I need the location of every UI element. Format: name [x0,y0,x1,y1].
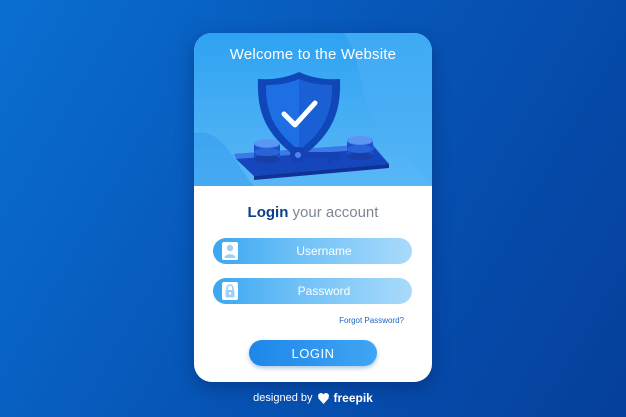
login-title-rest: your account [292,204,379,221]
footer-credit: designed by freepik [0,389,626,407]
forgot-password-link[interactable]: Forgot Password? [304,316,404,325]
welcome-heading: Welcome to the Website [229,46,397,63]
security-illustration [234,72,389,180]
password-field[interactable] [213,278,412,304]
freepik-brand: freepik [333,391,373,405]
card-header: Welcome to the Website [194,33,432,186]
username-field[interactable] [213,238,412,264]
login-card: Welcome to the Website Login your accoun… [194,33,432,382]
lock-icon [222,282,238,300]
designed-by-text: designed by [253,392,313,404]
login-button[interactable]: LOGIN [249,340,377,366]
password-input[interactable] [243,278,405,304]
user-icon [222,242,238,260]
username-input[interactable] [243,238,405,264]
coin-stack-icon [347,136,373,160]
coin-stack-icon [254,139,280,163]
login-title: Login your account [194,204,432,221]
login-title-strong: Login [247,204,289,221]
freepik-logo-icon [318,393,330,404]
